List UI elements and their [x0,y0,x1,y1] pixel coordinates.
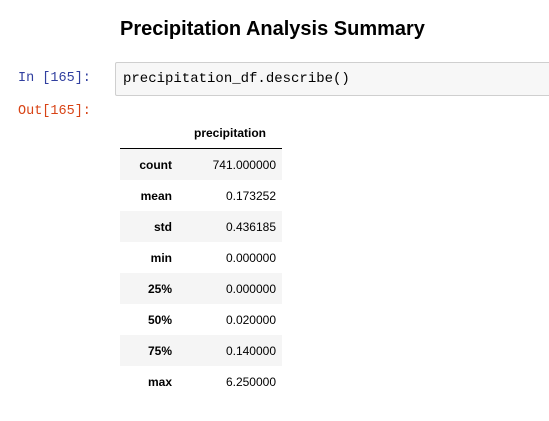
code-input-area[interactable]: precipitation_df.describe() [115,62,549,96]
table-row: 25% 0.000000 [120,273,282,304]
table-row: 50% 0.020000 [120,304,282,335]
row-value: 0.000000 [225,250,276,265]
output-prompt: Out[165]: [18,104,91,119]
page-title: Precipitation Analysis Summary [120,18,425,40]
table-row: mean 0.173252 [120,180,282,211]
row-label: 25% [147,281,172,296]
row-value: 741.000000 [212,157,276,172]
table-row: 75% 0.140000 [120,335,282,366]
row-value: 0.140000 [225,343,276,358]
row-label: max [147,374,172,389]
row-value: 0.436185 [225,219,276,234]
code-text[interactable]: precipitation_df.describe() [123,71,350,87]
row-value: 6.250000 [225,374,276,389]
dataframe-table: precipitation count 741.000000 mean 0.17… [120,118,282,397]
row-label: 50% [147,312,172,327]
notebook-page: Precipitation Analysis Summary In [165]:… [0,0,549,421]
table-row: std 0.436185 [120,211,282,242]
row-label: min [150,250,172,265]
row-value: 0.173252 [225,188,276,203]
row-label: 75% [147,343,172,358]
table-row: max 6.250000 [120,366,282,397]
table-header-row: precipitation [120,118,282,149]
table-row: count 741.000000 [120,148,282,180]
table-corner-cell [120,118,178,149]
table-row: min 0.000000 [120,242,282,273]
row-value: 0.000000 [225,281,276,296]
row-label: mean [140,188,172,203]
row-label: count [139,157,172,172]
row-value: 0.020000 [225,312,276,327]
input-prompt: In [165]: [18,71,91,86]
column-header-precipitation: precipitation [178,118,282,149]
row-label: std [154,219,172,234]
